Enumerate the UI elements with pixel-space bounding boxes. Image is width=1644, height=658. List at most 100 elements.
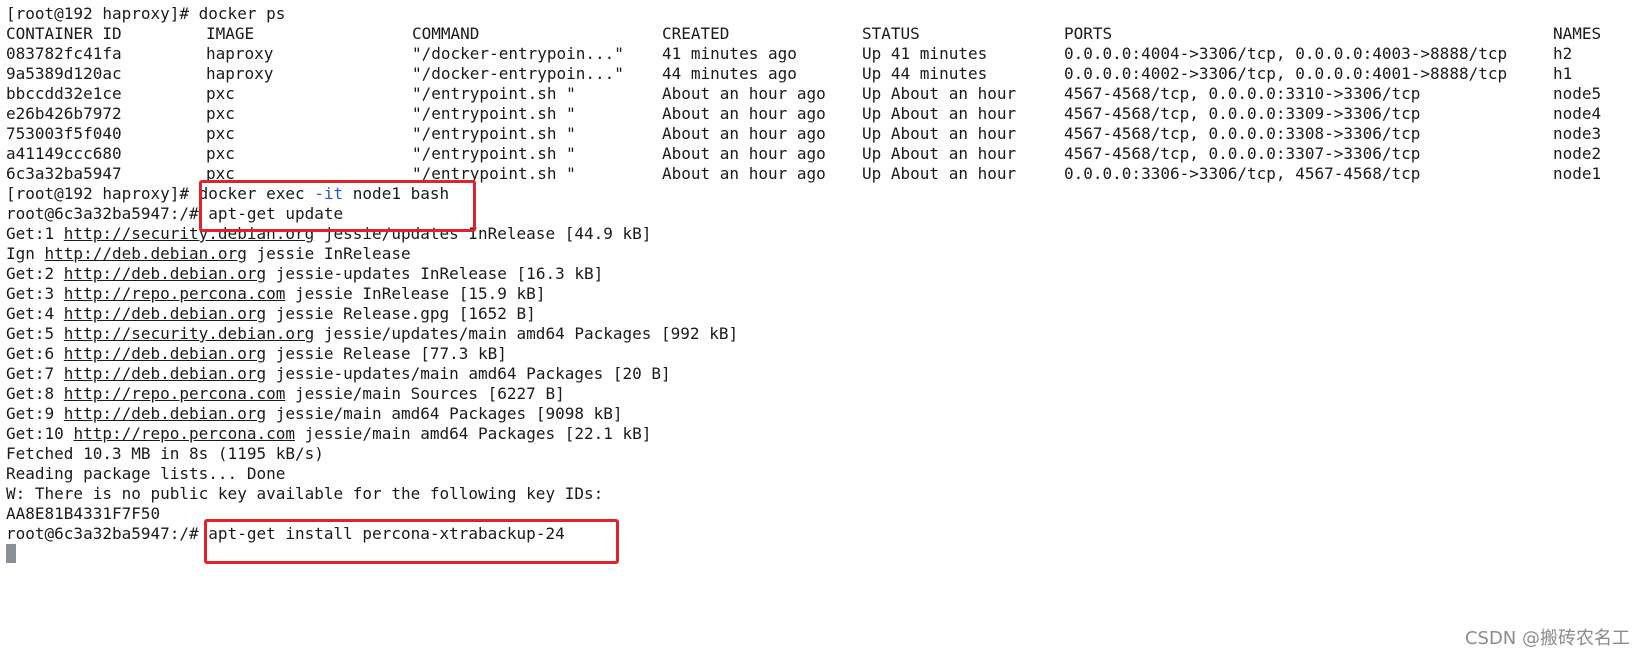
apt-line-suffix: jessie Release [77.3 kB] xyxy=(266,344,507,363)
cell-command: "/docker-entrypoin..." xyxy=(412,64,624,83)
cell-ports: 0.0.0.0:4004->3306/tcp, 0.0.0.0:4003->88… xyxy=(1064,44,1508,63)
apt-line-prefix: Get:1 xyxy=(6,224,64,243)
cell-name: h1 xyxy=(1553,64,1573,83)
repo-link[interactable]: http://deb.debian.org xyxy=(45,244,247,263)
apt-output-line: Get:7 http://deb.debian.org jessie-updat… xyxy=(6,364,1644,384)
cell-name: node3 xyxy=(1553,124,1602,143)
apt-line-suffix: jessie InRelease xyxy=(246,244,411,263)
command-text: node1 bash xyxy=(343,184,450,203)
repo-link[interactable]: http://repo.percona.com xyxy=(64,284,286,303)
apt-line-prefix: Get:6 xyxy=(6,344,64,363)
table-row: a41149ccc680 pxc "/entrypoint.sh " About… xyxy=(6,144,1644,164)
apt-line-prefix: Get:8 xyxy=(6,384,64,403)
cursor-line[interactable] xyxy=(6,544,1644,564)
cell-created: 44 minutes ago xyxy=(662,64,797,83)
apt-line-prefix: Get:4 xyxy=(6,304,64,323)
docker-ps-header: CONTAINER ID IMAGE COMMAND CREATED STATU… xyxy=(6,24,1644,44)
header-created: CREATED xyxy=(662,24,730,43)
apt-line-suffix: jessie Release.gpg [1652 B] xyxy=(266,304,536,323)
cell-name: node5 xyxy=(1553,84,1602,103)
apt-output-line: Get:4 http://deb.debian.org jessie Relea… xyxy=(6,304,1644,324)
cell-image: pxc xyxy=(206,84,235,103)
cell-name: node2 xyxy=(1553,144,1602,163)
apt-line-suffix: jessie/updates InRelease [44.9 kB] xyxy=(314,224,652,243)
apt-line-suffix: jessie/main amd64 Packages [22.1 kB] xyxy=(295,424,652,443)
warning-line: W: There is no public key available for … xyxy=(6,484,604,503)
repo-link[interactable]: http://security.debian.org xyxy=(64,324,314,343)
cell-container-id: bbccdd32e1ce xyxy=(6,84,122,103)
apt-output-line: Get:8 http://repo.percona.com jessie/mai… xyxy=(6,384,1644,404)
apt-line-prefix: Get:7 xyxy=(6,364,64,383)
repo-link[interactable]: http://repo.percona.com xyxy=(64,384,286,403)
cell-command: "/entrypoint.sh " xyxy=(412,144,576,163)
repo-link[interactable]: http://repo.percona.com xyxy=(73,424,295,443)
cell-created: About an hour ago xyxy=(662,164,826,183)
cell-container-id: 6c3a32ba5947 xyxy=(6,164,122,183)
cell-ports: 4567-4568/tcp, 0.0.0.0:3308->3306/tcp xyxy=(1064,124,1421,143)
command-flag: -it xyxy=(314,184,344,203)
apt-line-suffix: jessie-updates InRelease [16.3 kB] xyxy=(266,264,604,283)
table-row: 9a5389d120ac haproxy "/docker-entrypoin.… xyxy=(6,64,1644,84)
apt-line-prefix: Get:9 xyxy=(6,404,64,423)
cell-command: "/docker-entrypoin..." xyxy=(412,44,624,63)
repo-link[interactable]: http://deb.debian.org xyxy=(64,344,266,363)
cell-image: pxc xyxy=(206,164,235,183)
table-row: 083782fc41fa haproxy "/docker-entrypoin.… xyxy=(6,44,1644,64)
apt-line-prefix: Get:2 xyxy=(6,264,64,283)
cell-image: pxc xyxy=(206,124,235,143)
cell-ports: 4567-4568/tcp, 0.0.0.0:3307->3306/tcp xyxy=(1064,144,1421,163)
output-line: Fetched 10.3 MB in 8s (1195 kB/s) xyxy=(6,444,324,463)
cell-created: About an hour ago xyxy=(662,84,826,103)
repo-link[interactable]: http://deb.debian.org xyxy=(64,364,266,383)
cell-created: 41 minutes ago xyxy=(662,44,797,63)
table-row: e26b426b7972 pxc "/entrypoint.sh " About… xyxy=(6,104,1644,124)
text-cursor xyxy=(6,544,16,563)
apt-output-line: Get:1 http://security.debian.org jessie/… xyxy=(6,224,1644,244)
apt-line-suffix: jessie/main Sources [6227 B] xyxy=(285,384,565,403)
shell-prompt: root@6c3a32ba5947:/# xyxy=(6,204,209,223)
apt-line-suffix: jessie-updates/main amd64 Packages [20 B… xyxy=(266,364,671,383)
command-text: docker exec xyxy=(198,184,315,203)
repo-link[interactable]: http://deb.debian.org xyxy=(64,404,266,423)
cell-status: Up 41 minutes xyxy=(862,44,988,63)
cell-status: Up About an hour xyxy=(862,84,1017,103)
apt-line-suffix: jessie InRelease [15.9 kB] xyxy=(285,284,546,303)
cell-ports: 4567-4568/tcp, 0.0.0.0:3310->3306/tcp xyxy=(1064,84,1421,103)
cell-image: haproxy xyxy=(206,44,274,63)
apt-line-prefix: Get:3 xyxy=(6,284,64,303)
cell-created: About an hour ago xyxy=(662,104,826,123)
apt-output-line: Get:2 http://deb.debian.org jessie-updat… xyxy=(6,264,1644,284)
cell-status: Up 44 minutes xyxy=(862,64,988,83)
apt-output-line: Get:10 http://repo.percona.com jessie/ma… xyxy=(6,424,1644,444)
terminal-window[interactable]: [root@192 haproxy]# docker ps CONTAINER … xyxy=(0,0,1644,658)
repo-link[interactable]: http://security.debian.org xyxy=(64,224,314,243)
cell-status: Up About an hour xyxy=(862,124,1017,143)
repo-link[interactable]: http://deb.debian.org xyxy=(64,264,266,283)
cell-container-id: 083782fc41fa xyxy=(6,44,122,63)
cell-status: Up About an hour xyxy=(862,104,1017,123)
apt-line-prefix: Get:5 xyxy=(6,324,64,343)
apt-output-line: Ign http://deb.debian.org jessie InRelea… xyxy=(6,244,1644,264)
output-line: AA8E81B4331F7F50 xyxy=(6,504,161,523)
repo-link[interactable]: http://deb.debian.org xyxy=(64,304,266,323)
header-status: STATUS xyxy=(862,24,920,43)
apt-output-line: Get:9 http://deb.debian.org jessie/main … xyxy=(6,404,1644,424)
apt-output-line: Get:5 http://security.debian.org jessie/… xyxy=(6,324,1644,344)
apt-line-prefix: Ign xyxy=(6,244,45,263)
output-line: Reading package lists... Done xyxy=(6,464,286,483)
cell-created: About an hour ago xyxy=(662,124,826,143)
cell-container-id: 9a5389d120ac xyxy=(6,64,122,83)
cell-ports: 0.0.0.0:3306->3306/tcp, 4567-4568/tcp xyxy=(1064,164,1421,183)
command-text: docker ps xyxy=(198,4,286,23)
apt-line-suffix: jessie/main amd64 Packages [9098 kB] xyxy=(266,404,623,423)
watermark-text: CSDN @搬砖农名工 xyxy=(1464,628,1630,649)
header-ports: PORTS xyxy=(1064,24,1113,43)
header-container-id: CONTAINER ID xyxy=(6,24,122,43)
cell-name: node4 xyxy=(1553,104,1602,123)
command-line-apt-update: root@6c3a32ba5947:/# apt-get update xyxy=(6,204,1644,224)
header-names: NAMES xyxy=(1553,24,1602,43)
table-row: bbccdd32e1ce pxc "/entrypoint.sh " About… xyxy=(6,84,1644,104)
cell-ports: 0.0.0.0:4002->3306/tcp, 0.0.0.0:4001->88… xyxy=(1064,64,1508,83)
apt-line-suffix: jessie/updates/main amd64 Packages [992 … xyxy=(314,324,739,343)
command-line-docker-exec: [root@192 haproxy]# docker exec -it node… xyxy=(6,184,1644,204)
